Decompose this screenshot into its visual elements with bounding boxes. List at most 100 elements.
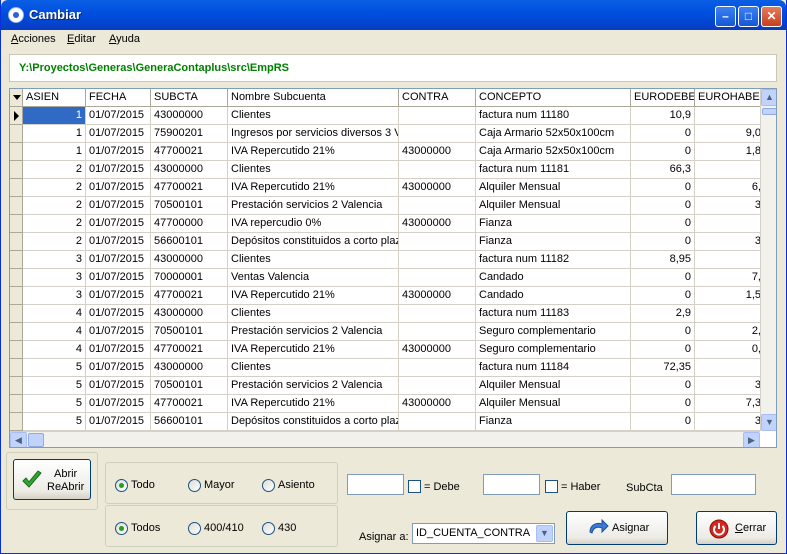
column-header[interactable]: FECHA [86,89,151,107]
menu-ayuda[interactable]: Ayuda [109,33,140,45]
table-cell[interactable]: factura num 11182 [476,251,631,269]
table-cell[interactable]: 4 [23,341,86,359]
horizontal-scrollbar[interactable]: ◀ ▶ [10,431,760,447]
table-cell[interactable]: factura num 11183 [476,305,631,323]
table-cell[interactable]: 2,9 [631,305,695,323]
table-cell[interactable] [399,197,476,215]
table-cell[interactable]: 10,9 [631,107,695,125]
debe-checkbox[interactable] [408,480,421,493]
table-cell[interactable]: 5 [23,359,86,377]
table-cell[interactable]: Clientes [228,107,399,125]
row-selector[interactable] [10,179,23,197]
minimize-button[interactable]: – [715,6,736,27]
table-cell[interactable] [695,251,765,269]
row-selector[interactable] [10,215,23,233]
table-cell[interactable]: 70000001 [151,269,228,287]
table-cell[interactable]: Prestación servicios 2 Valencia [228,377,399,395]
table-cell[interactable] [399,305,476,323]
table-cell[interactable]: IVA Repercutido 21% [228,143,399,161]
table-cell[interactable]: 8,95 [631,251,695,269]
table-cell[interactable]: Ventas Valencia [228,269,399,287]
chevron-down-icon[interactable]: ▼ [536,525,553,542]
debe-input[interactable] [347,474,404,495]
table-cell[interactable]: 43000000 [151,305,228,323]
row-selector[interactable] [10,305,23,323]
table-cell[interactable]: Clientes [228,161,399,179]
table-cell[interactable]: 01/07/2015 [86,287,151,305]
table-cell[interactable]: 47700021 [151,179,228,197]
title-bar[interactable]: Cambiar – □ ✕ [1,0,786,30]
table-cell[interactable] [399,251,476,269]
table-cell[interactable]: Clientes [228,251,399,269]
table-cell[interactable]: 1,5 [695,287,765,305]
table-cell[interactable]: 0 [631,215,695,233]
radio-400-410[interactable] [188,522,201,535]
table-cell[interactable]: 1,8 [695,143,765,161]
table-cell[interactable]: 5 [23,377,86,395]
table-cell[interactable]: 66,3 [631,161,695,179]
row-selector[interactable] [10,125,23,143]
radio-todo[interactable] [115,479,128,492]
table-cell[interactable]: Caja Armario 52x50x100cm [476,125,631,143]
table-cell[interactable]: 01/07/2015 [86,377,151,395]
table-cell[interactable]: 47700021 [151,287,228,305]
row-selector[interactable] [10,269,23,287]
table-cell[interactable]: Candado [476,269,631,287]
table-cell[interactable]: 0 [631,377,695,395]
table-cell[interactable]: 01/07/2015 [86,143,151,161]
table-cell[interactable]: 70500101 [151,197,228,215]
column-header[interactable]: SUBCTA [151,89,228,107]
table-cell[interactable]: 01/07/2015 [86,179,151,197]
table-cell[interactable] [695,215,765,233]
row-selector[interactable] [10,341,23,359]
row-selector[interactable] [10,287,23,305]
table-cell[interactable]: 47700021 [151,143,228,161]
table-cell[interactable]: factura num 11184 [476,359,631,377]
close-button[interactable]: ✕ [761,6,782,27]
table-cell[interactable]: IVA Repercutido 21% [228,287,399,305]
table-cell[interactable]: Prestación servicios 2 Valencia [228,323,399,341]
maximize-button[interactable]: □ [738,6,759,27]
table-cell[interactable] [399,161,476,179]
table-cell[interactable]: 0 [631,341,695,359]
table-cell[interactable]: factura num 11181 [476,161,631,179]
table-cell[interactable]: 0 [631,233,695,251]
table-cell[interactable]: Clientes [228,359,399,377]
table-cell[interactable]: 70500101 [151,377,228,395]
table-cell[interactable]: 0 [631,287,695,305]
table-cell[interactable]: 2 [23,179,86,197]
table-cell[interactable]: factura num 11180 [476,107,631,125]
table-cell[interactable]: 47700021 [151,395,228,413]
column-header[interactable]: CONTRA [399,89,476,107]
table-cell[interactable]: 01/07/2015 [86,269,151,287]
table-cell[interactable]: 0 [631,269,695,287]
table-cell[interactable]: 5 [23,413,86,431]
table-cell[interactable]: 0, [695,341,765,359]
table-cell[interactable] [399,323,476,341]
table-cell[interactable]: 01/07/2015 [86,341,151,359]
table-cell[interactable]: 6, [695,179,765,197]
column-header[interactable]: EUROHABE [695,89,765,107]
table-cell[interactable]: 0 [631,179,695,197]
table-cell[interactable]: 4 [23,305,86,323]
table-cell[interactable]: 2, [695,323,765,341]
table-cell[interactable]: 43000000 [151,359,228,377]
table-cell[interactable]: 43000000 [151,251,228,269]
table-cell[interactable]: 43000000 [399,179,476,197]
table-cell[interactable]: 2 [23,233,86,251]
table-cell[interactable]: Candado [476,287,631,305]
row-selector[interactable] [10,377,23,395]
table-cell[interactable]: 43000000 [399,143,476,161]
table-cell[interactable]: 7,3 [695,395,765,413]
table-cell[interactable]: Depósitos constituidos a corto plazo [228,233,399,251]
app-icon[interactable] [8,7,24,23]
table-cell[interactable]: 1 [23,107,86,125]
table-cell[interactable]: 4 [23,323,86,341]
table-cell[interactable]: 43000000 [151,161,228,179]
table-cell[interactable]: Fianza [476,413,631,431]
asignar-select[interactable]: ID_CUENTA_CONTRA ▼ [412,523,555,544]
table-cell[interactable]: 75900201 [151,125,228,143]
column-header[interactable]: CONCEPTO [476,89,631,107]
scroll-down-button[interactable]: ▼ [761,414,776,431]
table-cell[interactable]: 47700021 [151,341,228,359]
